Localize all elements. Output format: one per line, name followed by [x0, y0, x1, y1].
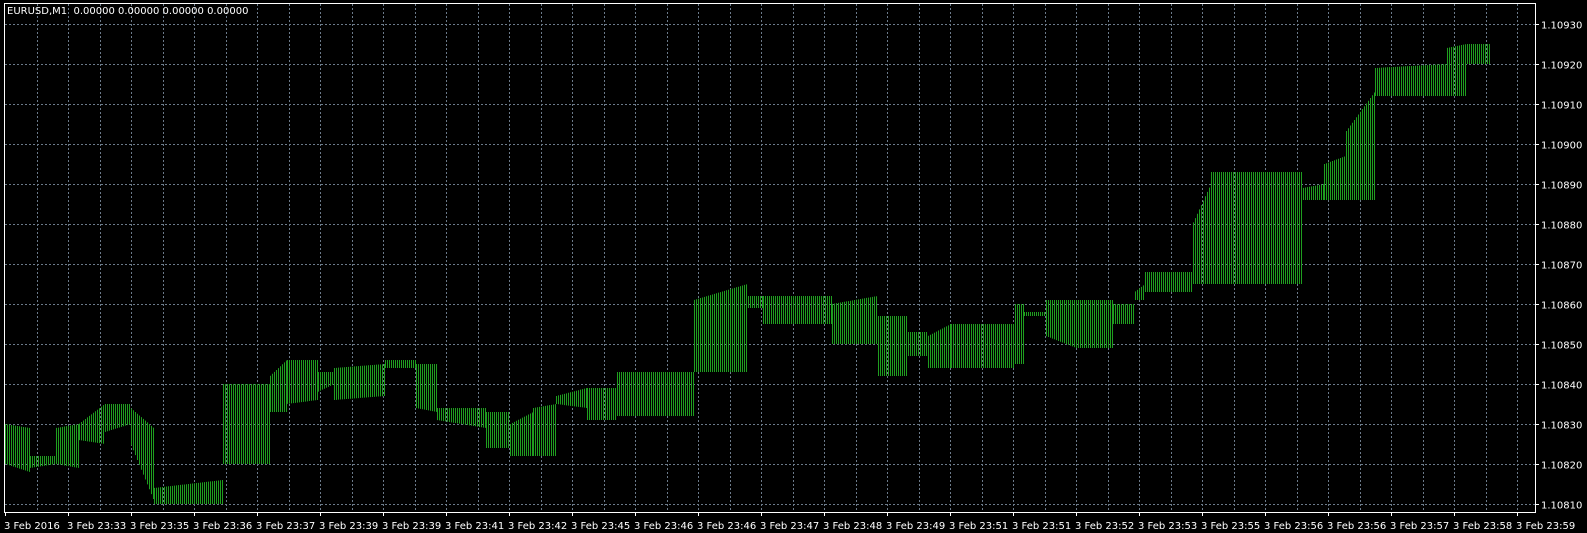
price-bar-group	[56, 424, 79, 468]
time-axis-label: 3 Feb 23:42	[508, 521, 567, 532]
time-axis-label: 3 Feb 23:57	[1390, 521, 1449, 532]
time-axis-label: 3 Feb 23:35	[130, 521, 189, 532]
chart-symbol-title: EURUSD,M1 0.00000 0.00000 0.00000 0.0000…	[7, 6, 249, 17]
time-axis-label: 3 Feb 23:51	[1012, 521, 1071, 532]
time-axis-label: 3 Feb 23:48	[823, 521, 882, 532]
price-bar-group	[1324, 156, 1345, 200]
time-axis-label: 3 Feb 23:39	[382, 521, 441, 532]
price-axis-label: 1.10830	[1541, 421, 1582, 432]
price-axis-label: 1.10870	[1541, 261, 1582, 272]
price-bar-group	[385, 360, 416, 368]
price-bar-group	[763, 296, 832, 324]
chart-grid	[5, 4, 1535, 512]
price-bar-group	[928, 324, 951, 368]
time-axis-label: 3 Feb 23:37	[256, 521, 315, 532]
price-axis-label: 1.10820	[1541, 461, 1582, 472]
price-axis-label: 1.10850	[1541, 341, 1582, 352]
time-axis-label: 3 Feb 23:47	[760, 521, 819, 532]
price-bar-group	[416, 364, 437, 412]
time-axis-label: 3 Feb 23:55	[1201, 521, 1260, 532]
time-axis-label: 3 Feb 23:52	[1075, 521, 1134, 532]
price-axis-label: 1.10840	[1541, 381, 1582, 392]
price-bar-group	[1447, 44, 1466, 96]
time-axis-label: 3 Feb 23:56	[1327, 521, 1386, 532]
price-bar-group	[1046, 300, 1075, 348]
price-axis-label: 1.10860	[1541, 301, 1582, 312]
time-axis-label: 3 Feb 23:59	[1516, 521, 1575, 532]
price-bar-group	[694, 284, 747, 372]
price-bar-group	[154, 480, 223, 504]
time-axis-label: 3 Feb 23:53	[1138, 521, 1197, 532]
time-axis-label: 3 Feb 23:51	[949, 521, 1008, 532]
price-axis-label: 1.10890	[1541, 181, 1582, 192]
price-bar-group	[1375, 64, 1446, 96]
time-axis-label: 3 Feb 2016	[4, 521, 60, 532]
price-bar-group	[1113, 304, 1134, 324]
price-bar-group	[270, 360, 287, 412]
price-bar-group	[1076, 300, 1113, 348]
time-axis-label: 3 Feb 23:36	[193, 521, 252, 532]
time-axis-label: 3 Feb 23:41	[445, 521, 504, 532]
price-bar-group	[1135, 285, 1144, 300]
price-axis-label: 1.10900	[1541, 141, 1582, 152]
time-axis: 3 Feb 2016 3 Feb 23:33 3 Feb 23:35 3 Feb 23…	[4, 512, 1575, 532]
price-bars	[5, 44, 1490, 504]
price-axis: 1.10930 1.10920 1.10910 1.10900 1.10890 1.108…	[1535, 21, 1582, 512]
price-chart[interactable]: 1.10930 1.10920 1.10910 1.10900 1.10890 1.108…	[0, 0, 1587, 533]
price-bar-group	[1145, 272, 1192, 292]
time-axis-label: 3 Feb 23:45	[571, 521, 630, 532]
price-bar-group	[30, 456, 55, 468]
time-axis-label: 3 Feb 23:39	[319, 521, 378, 532]
price-bar-group	[1024, 312, 1045, 316]
price-bar-group	[131, 408, 154, 499]
price-bar-group	[510, 412, 533, 456]
chart-window[interactable]: EURUSD,M1 0.00000 0.00000 0.00000 0.0000…	[0, 0, 1587, 533]
price-axis-label: 1.10910	[1541, 101, 1582, 112]
price-axis-label: 1.10810	[1541, 501, 1582, 512]
price-axis-label: 1.10930	[1541, 21, 1582, 32]
price-bar-group	[287, 360, 318, 404]
chart-frame	[4, 3, 1536, 513]
price-axis-label: 1.10920	[1541, 61, 1582, 72]
price-bar-group	[1193, 187, 1210, 284]
price-bar-group	[1211, 172, 1302, 284]
time-axis-label: 3 Feb 23:46	[634, 521, 693, 532]
price-bar-group	[832, 296, 877, 344]
price-bar-group	[587, 388, 616, 420]
price-bar-group	[878, 316, 907, 376]
time-axis-label: 3 Feb 23:46	[697, 521, 756, 532]
price-bar-group	[79, 405, 104, 444]
time-axis-label: 3 Feb 23:58	[1453, 521, 1512, 532]
price-bar-group	[617, 372, 694, 416]
time-axis-label: 3 Feb 23:33	[67, 521, 126, 532]
price-bar-group	[486, 412, 509, 448]
price-bar-group	[748, 296, 763, 308]
price-bar-group	[105, 404, 130, 432]
time-axis-label: 3 Feb 23:56	[1264, 521, 1323, 532]
price-bar-group	[556, 388, 587, 408]
price-bar-group	[1303, 184, 1324, 200]
price-bar-group	[334, 364, 385, 400]
price-bar-group	[533, 404, 556, 456]
time-axis-label: 3 Feb 23:49	[886, 521, 945, 532]
price-bar-group	[318, 372, 333, 392]
price-bar-group	[1015, 304, 1024, 364]
price-bar-group	[5, 424, 30, 472]
price-axis-label: 1.10880	[1541, 221, 1582, 232]
